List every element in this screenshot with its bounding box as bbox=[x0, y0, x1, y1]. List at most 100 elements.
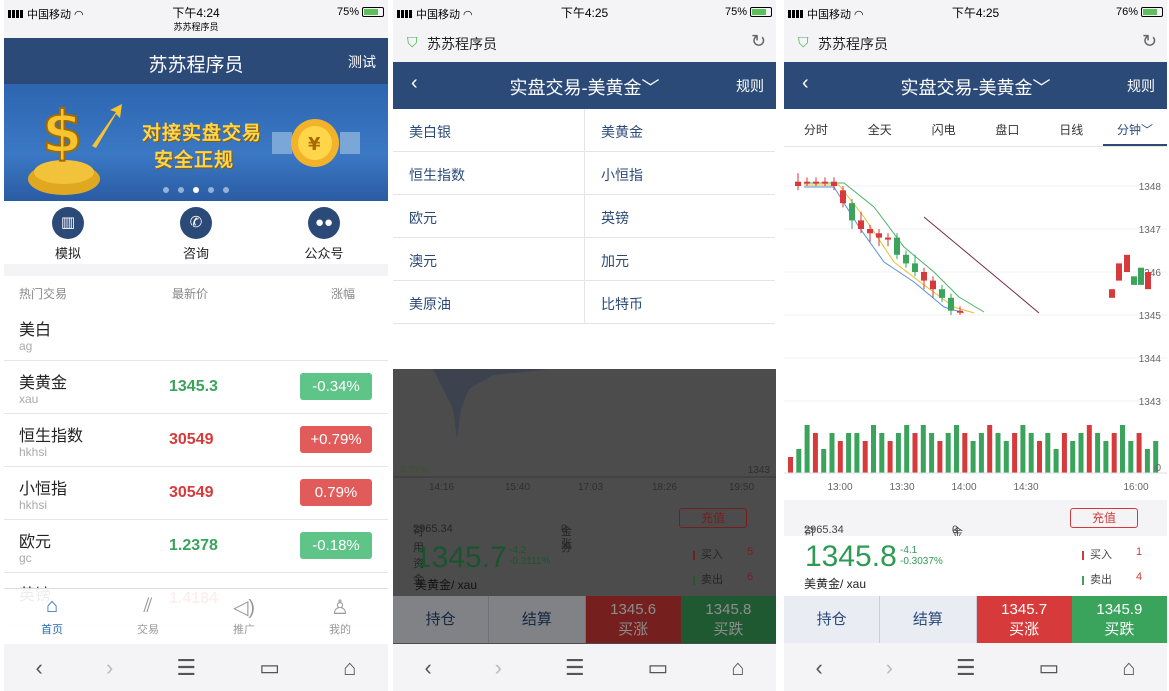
symbol-option[interactable]: 英镑 bbox=[584, 195, 775, 238]
home-icon[interactable]: ⌂ bbox=[1122, 655, 1135, 681]
shield-icon: ⛉ bbox=[407, 34, 418, 50]
volume-bar bbox=[1028, 433, 1034, 473]
volume-bar bbox=[871, 425, 876, 473]
tabs-icon[interactable]: ▭ bbox=[648, 655, 669, 681]
candle-body bbox=[912, 263, 918, 272]
symbol-option[interactable]: 比特币 bbox=[584, 281, 775, 324]
recharge-button[interactable]: 充值 bbox=[679, 508, 747, 528]
hold-button[interactable]: 持仓 bbox=[784, 596, 881, 643]
buy-orders: 买入 5 bbox=[693, 546, 753, 562]
shortcut-label: 咨询 bbox=[182, 246, 209, 261]
url-bar[interactable]: ⛉ 苏苏程序员 ↻ bbox=[784, 28, 1167, 60]
carousel-dot-active[interactable] bbox=[193, 187, 199, 193]
menu-icon[interactable]: ☰ bbox=[565, 655, 585, 681]
symbol-option[interactable]: 恒生指数 bbox=[393, 152, 584, 195]
back-icon[interactable]: ‹ bbox=[815, 655, 822, 681]
candle-body bbox=[849, 203, 855, 221]
buy-down-button[interactable]: 1345.9 买跌 bbox=[1071, 596, 1167, 643]
shortcut-wechat[interactable]: ●● 公众号 bbox=[260, 201, 388, 264]
tab-minute[interactable]: 分钟﹀ bbox=[1103, 109, 1167, 146]
tab-lightning[interactable]: 闪电 bbox=[912, 109, 976, 146]
home-icon[interactable]: ⌂ bbox=[343, 655, 356, 681]
carousel-dot[interactable] bbox=[178, 187, 184, 193]
symbol-name: 恒生指数 bbox=[19, 428, 84, 445]
carousel-dot[interactable] bbox=[163, 187, 169, 193]
symbol-option[interactable]: 美白银 bbox=[393, 109, 584, 152]
volume-bar bbox=[920, 425, 926, 473]
forward-icon[interactable]: › bbox=[495, 655, 502, 681]
shortcut-consult[interactable]: ✆ 咨询 bbox=[132, 201, 260, 264]
hold-button[interactable]: 持仓 bbox=[393, 596, 490, 643]
tabs-icon[interactable]: ▭ bbox=[259, 655, 280, 681]
time-tick: 19:50 bbox=[729, 482, 755, 493]
table-row[interactable]: 小恒指 hkhsi 30549 0.79% bbox=[4, 467, 388, 520]
carousel-dot[interactable] bbox=[223, 187, 229, 193]
recharge-button[interactable]: 充值 bbox=[1070, 508, 1138, 528]
chevron-down-icon: ﹀ bbox=[641, 78, 660, 98]
volume-bar bbox=[1128, 441, 1134, 473]
reload-icon[interactable]: ↻ bbox=[751, 31, 766, 52]
settle-button[interactable]: 结算 bbox=[489, 596, 586, 643]
tabs-icon[interactable]: ▭ bbox=[1039, 655, 1060, 681]
table-row[interactable]: 美黄金 xau 1345.3 -0.34% bbox=[4, 361, 388, 414]
symbol-selector[interactable]: 实盘交易-美黄金﹀ bbox=[393, 74, 776, 100]
volume-bar bbox=[995, 433, 1001, 473]
settle-button[interactable]: 结算 bbox=[880, 596, 977, 643]
current-price: 1345.8 bbox=[805, 540, 897, 573]
back-icon[interactable]: ‹ bbox=[424, 655, 431, 681]
tab-fullday[interactable]: 全天 bbox=[848, 109, 912, 146]
shortcut-simulate[interactable]: ▥ 模拟 bbox=[4, 201, 132, 264]
symbol-name: 欧元 bbox=[19, 534, 52, 551]
tab-home[interactable]: ⌂ 首页 bbox=[4, 589, 100, 644]
candle-body bbox=[795, 181, 801, 186]
tab-mine[interactable]: ♙ 我的 bbox=[292, 589, 388, 644]
symbol-selector[interactable]: 实盘交易-美黄金﹀ bbox=[784, 74, 1167, 100]
trade-background: -0.51% 1343 14:16 15:40 17:03 18:26 19:5… bbox=[393, 369, 776, 644]
menu-icon[interactable]: ☰ bbox=[176, 655, 196, 681]
tab-trade[interactable]: ⫽ 交易 bbox=[100, 589, 196, 644]
tab-intraday[interactable]: 分时 bbox=[784, 109, 848, 146]
buy-down-button[interactable]: 1345.8 买跌 bbox=[680, 596, 776, 643]
symbol-option[interactable]: 加元 bbox=[584, 238, 775, 281]
rules-button[interactable]: 规则 bbox=[736, 76, 764, 96]
page-title: 实盘交易-美黄金 bbox=[509, 78, 642, 98]
forward-icon[interactable]: › bbox=[106, 655, 113, 681]
url-bar[interactable]: ⛉ 苏苏程序员 ↻ bbox=[393, 28, 776, 60]
volume-bar bbox=[829, 433, 835, 473]
test-button[interactable]: 测试 bbox=[348, 52, 376, 72]
buy-up-button[interactable]: 1345.6 买涨 bbox=[585, 596, 681, 643]
tab-orderbook[interactable]: 盘口 bbox=[975, 109, 1039, 146]
symbol-name: 美白 bbox=[19, 322, 52, 339]
table-row[interactable]: 美白 ag bbox=[4, 308, 388, 361]
back-icon[interactable]: ‹ bbox=[36, 655, 43, 681]
banner-headline: 对接实盘交易 bbox=[142, 123, 263, 144]
home-icon[interactable]: ⌂ bbox=[731, 655, 744, 681]
battery-percent: 75% bbox=[336, 6, 359, 18]
carousel-dot[interactable] bbox=[208, 187, 214, 193]
symbol-option[interactable]: 美黄金 bbox=[584, 109, 775, 152]
reload-icon[interactable]: ↻ bbox=[1142, 31, 1157, 52]
browser-toolbar: ‹ › ☰ ▭ ⌂ bbox=[784, 644, 1167, 691]
kline-chart[interactable]: 134813471346134513441343013:0013:3014:00… bbox=[784, 147, 1167, 500]
symbol-option[interactable]: 小恒指 bbox=[584, 152, 775, 195]
table-row[interactable]: 欧元 gc 1.2378 -0.18% bbox=[4, 520, 388, 573]
volume-bar bbox=[1136, 433, 1142, 473]
rules-button[interactable]: 规则 bbox=[1127, 76, 1155, 96]
buy-up-button[interactable]: 1345.7 买涨 bbox=[976, 596, 1072, 643]
menu-icon[interactable]: ☰ bbox=[956, 655, 976, 681]
table-row[interactable]: 恒生指数 hkhsi 30549 +0.79% bbox=[4, 414, 388, 467]
carousel-dots[interactable] bbox=[4, 187, 388, 193]
promo-banner[interactable]: $ ¥ 对接实盘交易 安全正规 bbox=[4, 84, 388, 201]
forward-icon[interactable]: › bbox=[886, 655, 893, 681]
symbol-option[interactable]: 澳元 bbox=[393, 238, 584, 281]
volume-bar bbox=[895, 433, 901, 473]
symbol-option[interactable]: 欧元 bbox=[393, 195, 584, 238]
x-tick-label: 16:00 bbox=[1123, 482, 1148, 493]
tab-daily[interactable]: 日线 bbox=[1039, 109, 1103, 146]
volume-bar bbox=[879, 433, 885, 473]
tab-promote[interactable]: ◁) 推广 bbox=[196, 589, 292, 644]
candle-body bbox=[1124, 254, 1130, 272]
volume-bar bbox=[954, 425, 959, 473]
symbol-option[interactable]: 美原油 bbox=[393, 281, 584, 324]
battery-icon bbox=[1141, 7, 1163, 17]
